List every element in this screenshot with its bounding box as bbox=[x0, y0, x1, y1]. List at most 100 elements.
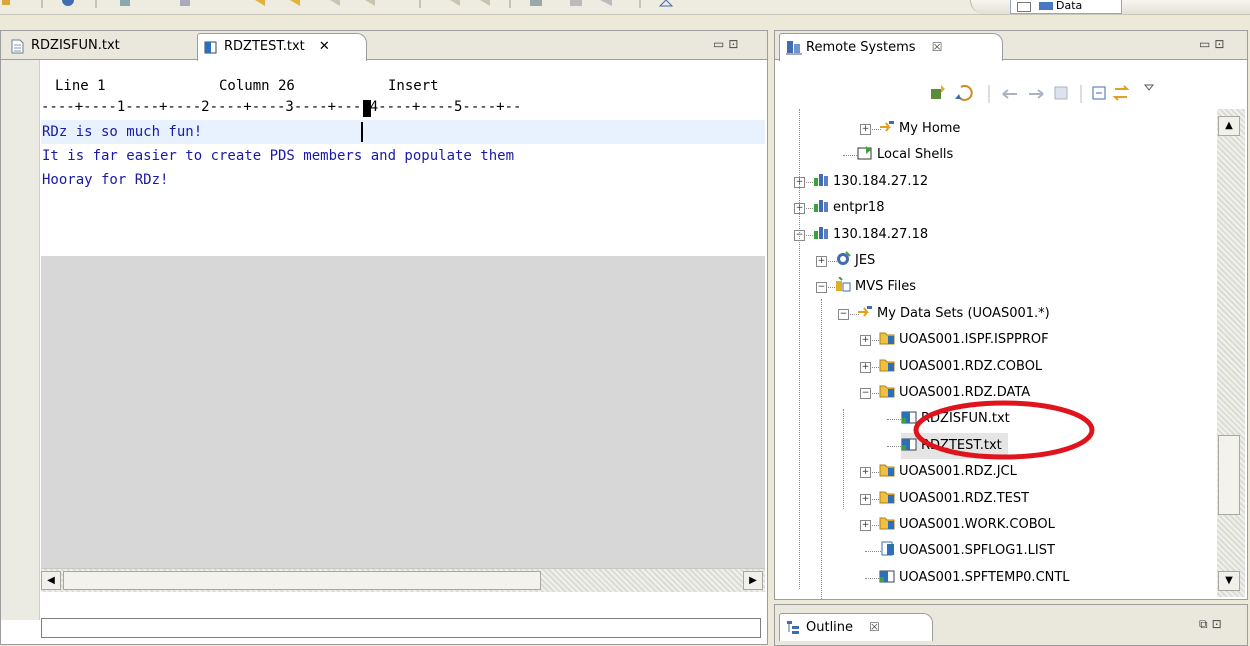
outline-title: Outline bbox=[806, 620, 854, 635]
tree-item[interactable]: Local Shells bbox=[857, 142, 953, 168]
go-up-icon[interactable] bbox=[1054, 86, 1068, 100]
tree-item-label: 130.184.27.12 bbox=[833, 173, 929, 189]
restore-icon[interactable]: ⧉ bbox=[1199, 617, 1212, 631]
editor-line: It is far easier to create PDS members a… bbox=[42, 148, 515, 164]
close-view-icon[interactable]: ☒ bbox=[932, 40, 943, 54]
scroll-left-button[interactable]: ◀ bbox=[41, 571, 61, 590]
tree-item-label: UOAS001.ISPF.ISPPROF bbox=[899, 332, 1049, 348]
member-icon bbox=[901, 411, 917, 424]
tree-item[interactable]: My Home bbox=[879, 116, 960, 142]
tab-rdztest-label: RDZTEST.txt bbox=[224, 39, 305, 54]
tree-item-label: 130.184.27.18 bbox=[833, 226, 929, 242]
horizontal-scrollbar[interactable]: ◀ ▶ bbox=[41, 568, 765, 592]
expand-icon[interactable]: + bbox=[860, 493, 871, 505]
tree-item-label: UOAS001.SPFTEMP0.CNTL bbox=[899, 569, 1070, 585]
tree-item-label: RDZTEST.txt bbox=[921, 437, 1002, 453]
tree-item[interactable]: UOAS001.WORK.COBOL bbox=[879, 512, 1055, 538]
scroll-up-button[interactable]: ▲ bbox=[1218, 116, 1240, 136]
editor-window-controls[interactable]: ▭⊡ bbox=[713, 37, 742, 51]
tab-rdzisfun[interactable]: RDZISFUN.txt bbox=[5, 33, 181, 59]
tree-item[interactable]: UOAS001.ISPF.ISPPROF bbox=[879, 327, 1049, 353]
pds-folder-icon bbox=[879, 385, 895, 398]
minimize-icon[interactable]: ▭ bbox=[1199, 37, 1214, 51]
expand-icon[interactable]: + bbox=[860, 467, 871, 479]
tree-guide-line bbox=[799, 109, 800, 589]
collapse-icon[interactable]: − bbox=[860, 388, 871, 399]
filter-icon bbox=[858, 305, 872, 317]
expand-icon[interactable]: + bbox=[816, 256, 827, 267]
member-icon bbox=[879, 570, 895, 583]
tree-item[interactable]: UOAS001.RDZ.COBOL bbox=[879, 354, 1042, 380]
pds-folder-icon bbox=[879, 359, 895, 372]
toolbar-icons[interactable] bbox=[0, 0, 700, 12]
expand-icon[interactable]: + bbox=[860, 335, 871, 347]
tree-item[interactable]: UOAS001.RDZ.DATA bbox=[879, 380, 1030, 406]
collapse-icon[interactable]: − bbox=[816, 282, 827, 294]
command-line-input[interactable] bbox=[41, 618, 761, 638]
remote-member-icon bbox=[204, 41, 217, 54]
tree-item[interactable]: My Data Sets (UOAS001.*) bbox=[857, 301, 1050, 327]
tree-item[interactable]: 130.184.27.12 bbox=[813, 169, 928, 195]
filter-icon bbox=[880, 121, 894, 132]
tree-item[interactable]: entpr18 bbox=[813, 195, 884, 221]
tab-rdztest[interactable]: RDZTEST.txt ✕ bbox=[197, 33, 367, 61]
remote-systems-title: Remote Systems bbox=[806, 40, 916, 55]
refresh-icon[interactable] bbox=[955, 84, 973, 101]
new-connection-icon[interactable] bbox=[931, 85, 945, 99]
horizontal-scroll-thumb[interactable] bbox=[63, 571, 541, 590]
tree-item[interactable]: UOAS001.SPFTEMP0.CNTL bbox=[879, 565, 1070, 591]
ruler-cursor-marker bbox=[363, 100, 371, 117]
pds-folder-icon bbox=[879, 491, 895, 504]
tree-item-label: UOAS001.RDZ.COBOL bbox=[899, 358, 1043, 374]
tree-item[interactable]: RDZTEST.txt bbox=[901, 432, 1008, 459]
vertical-scroll-thumb[interactable] bbox=[1218, 435, 1240, 515]
pds-folder-icon bbox=[879, 517, 895, 530]
editor-line: Hooray for RDz! bbox=[42, 172, 169, 188]
tree-item[interactable]: JES bbox=[835, 248, 875, 274]
link-with-editor-icon[interactable] bbox=[1112, 85, 1130, 101]
tree-item[interactable]: UOAS001.RDZ.TEST bbox=[879, 486, 1029, 512]
remote-systems-icon bbox=[786, 41, 802, 55]
collapse-all-icon[interactable] bbox=[1092, 86, 1106, 100]
data-perspective-icon bbox=[1038, 2, 1053, 10]
perspective-data-button[interactable]: Data bbox=[1010, 0, 1122, 14]
host-icon bbox=[814, 173, 828, 186]
tree-item[interactable]: UOAS001.RDZ.JCL bbox=[879, 459, 1017, 485]
expand-icon[interactable]: + bbox=[860, 124, 871, 135]
scroll-down-button[interactable]: ▼ bbox=[1218, 571, 1240, 591]
outline-window-controls[interactable]: ⧉⊡ bbox=[1199, 617, 1226, 632]
tree-item[interactable]: MVS Files bbox=[835, 274, 916, 300]
outline-icon bbox=[787, 621, 799, 634]
maximize-icon[interactable]: ⊡ bbox=[1214, 37, 1228, 51]
remote-systems-pane: Remote Systems ☒ ▭⊡ + My Home Local Shells… bbox=[774, 30, 1248, 600]
tree-item[interactable]: UOAS001.SPFLOG1.LIST bbox=[879, 538, 1055, 564]
editor-status-line: Line 1 Column 26 Insert bbox=[41, 76, 765, 96]
close-outline-icon[interactable]: ☒ bbox=[869, 620, 880, 634]
remote-systems-tree: + My Home Local Shells +130.184.27.12 + entpr… bbox=[775, 109, 1215, 599]
expand-icon[interactable]: + bbox=[860, 520, 871, 531]
tree-item[interactable]: 130.184.27.18 bbox=[813, 222, 928, 248]
text-cursor bbox=[361, 122, 363, 142]
back-arrow-icon[interactable] bbox=[1002, 89, 1017, 99]
editor-pane: RDZISFUN.txt RDZTEST.txt ✕ ▭⊡ Line 1 Col… bbox=[0, 30, 768, 645]
editor-gutter bbox=[1, 60, 40, 620]
tab-remote-systems[interactable]: Remote Systems ☒ bbox=[779, 33, 1003, 61]
tree-item-label: entpr18 bbox=[833, 200, 885, 216]
tree-item[interactable]: RDZISFUN.txt bbox=[901, 406, 1010, 432]
expand-icon[interactable]: + bbox=[860, 361, 871, 373]
maximize-icon[interactable]: ⊡ bbox=[728, 37, 742, 51]
editor-empty-region bbox=[41, 256, 765, 568]
jes-icon bbox=[837, 251, 851, 265]
close-tab-icon[interactable]: ✕ bbox=[319, 34, 330, 60]
maximize-icon[interactable]: ⊡ bbox=[1212, 617, 1226, 631]
vertical-scrollbar[interactable]: ▲ ▼ bbox=[1217, 109, 1245, 597]
editor-text-area[interactable]: RDz is so much fun! It is far easier to … bbox=[41, 120, 765, 256]
remote-window-controls[interactable]: ▭⊡ bbox=[1199, 37, 1228, 51]
tab-outline[interactable]: Outline ☒ bbox=[779, 613, 933, 641]
tree-inner: + My Home Local Shells +130.184.27.12 + entpr… bbox=[775, 109, 1215, 599]
collapse-icon[interactable]: − bbox=[838, 308, 849, 320]
view-menu-icon[interactable] bbox=[1143, 84, 1155, 91]
forward-arrow-icon[interactable] bbox=[1029, 89, 1044, 99]
minimize-icon[interactable]: ▭ bbox=[713, 37, 728, 51]
scroll-right-button[interactable]: ▶ bbox=[743, 571, 763, 590]
